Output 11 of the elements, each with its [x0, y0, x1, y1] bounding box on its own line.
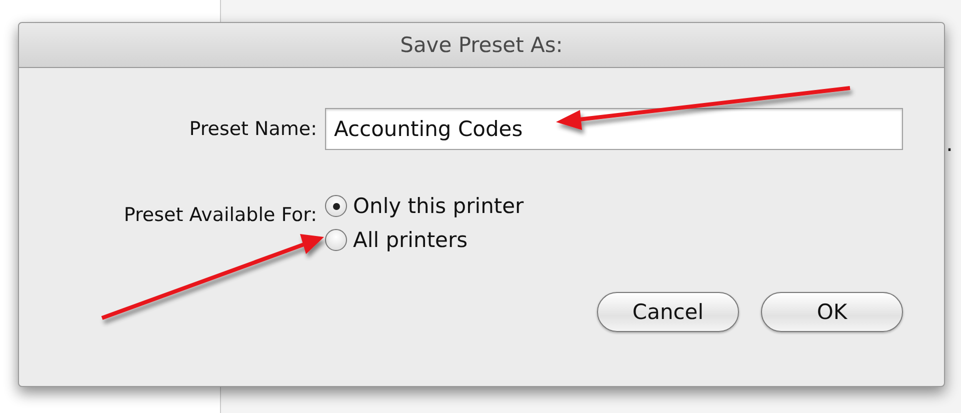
- field-label: Preset Name:: [189, 118, 317, 140]
- ok-button[interactable]: OK: [761, 292, 903, 332]
- name-field[interactable]: Accounting Codes: [325, 108, 903, 150]
- radio-label[interactable]: All printers: [353, 228, 468, 252]
- cancel-button[interactable]: Cancel: [597, 292, 739, 332]
- radio-button[interactable]: [325, 229, 347, 251]
- field-label: Preset Available For:: [124, 204, 317, 226]
- radio-button[interactable]: [325, 195, 347, 217]
- background-text: .: [946, 132, 953, 157]
- radio-label[interactable]: Only this printer: [353, 194, 524, 218]
- dialog-title: Save Preset As:: [400, 33, 563, 57]
